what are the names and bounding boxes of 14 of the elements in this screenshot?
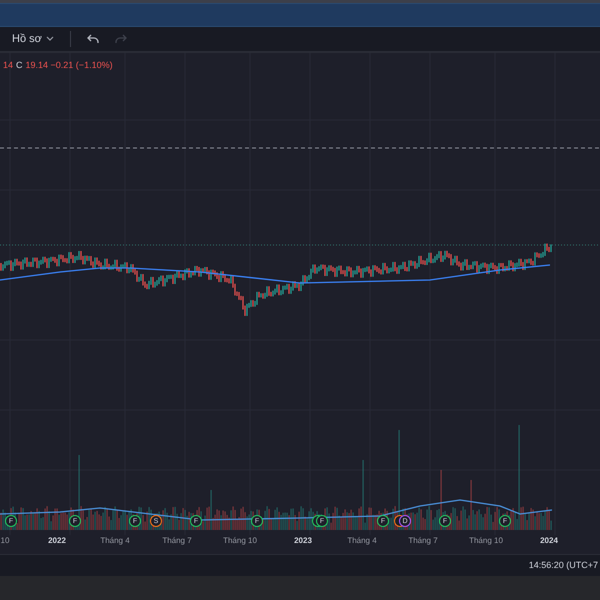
axis-label: 2022: [48, 535, 66, 547]
legend-value: 14: [3, 59, 14, 72]
axis-label: Tháng 7: [162, 535, 192, 547]
axis-label: Tháng 7: [408, 535, 438, 547]
axis-label: Tháng 10: [469, 535, 503, 547]
axis-label: Tháng 10: [223, 535, 257, 547]
axis-label: Tháng 4: [100, 535, 130, 547]
axis-label: 2024: [540, 535, 558, 547]
legend-value: 19.14 −0.21 (−1.10%): [26, 59, 113, 72]
time-display: 14:56:20 (UTC+7: [528, 558, 598, 572]
legend-value: C: [16, 59, 23, 72]
axis-label: 2023: [294, 535, 312, 547]
axis-label: Tháng 4: [347, 535, 377, 547]
axis-label: 10: [0, 535, 10, 547]
